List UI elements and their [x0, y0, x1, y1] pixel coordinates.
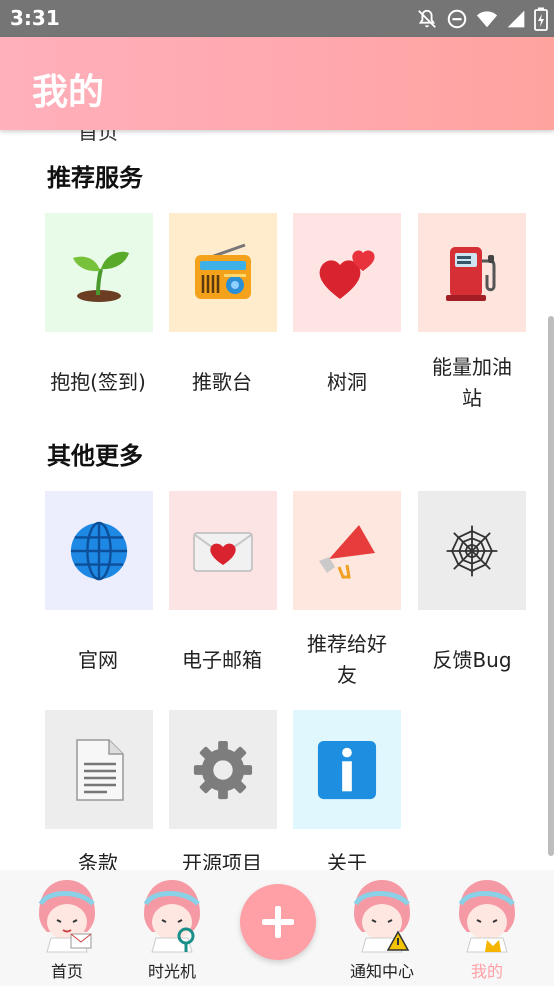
globe-icon: [70, 521, 128, 580]
tile-song-station[interactable]: [169, 213, 277, 332]
tile-label-open-source: 开源项目: [182, 851, 262, 870]
tile-email[interactable]: [169, 491, 277, 610]
tile-label-energy-station: 能量加油站: [432, 355, 512, 410]
tile-label-email: 电子邮箱: [182, 648, 262, 672]
spider-web-icon: [446, 525, 498, 576]
tile-label-checkin: 抱抱(签到): [50, 370, 146, 394]
info-icon: [317, 740, 377, 799]
app-bar: 我的: [0, 37, 554, 130]
signal-icon: [507, 10, 525, 28]
nav-item-mine[interactable]: 我的: [433, 870, 541, 986]
do-not-disturb-icon: [447, 9, 467, 29]
status-icons: [416, 7, 548, 31]
tile-about[interactable]: [293, 710, 401, 829]
wifi-icon: [476, 11, 498, 28]
nav-label-notifications: 通知中心: [349, 962, 414, 981]
nav-item-notifications[interactable]: 通知中心: [328, 870, 436, 986]
anime-avatar-warning-icon: [353, 880, 410, 953]
love-letter-icon: [193, 531, 253, 572]
scrolled-text: 首页: [78, 130, 118, 144]
gear-icon: [193, 740, 253, 799]
scrollbar[interactable]: [548, 316, 554, 856]
tile-tree-hole[interactable]: [293, 213, 401, 332]
fuel-pump-icon: [446, 246, 496, 301]
tile-label-share: 推荐给好友: [307, 632, 387, 687]
two-hearts-icon: [319, 249, 375, 299]
anime-avatar-search-icon: [143, 880, 200, 953]
notifications-off-icon: [418, 9, 436, 28]
tile-open-source[interactable]: [169, 710, 277, 829]
tile-label-song-station: 推歌台: [192, 370, 252, 394]
section-title-recommended: 推荐服务: [47, 164, 143, 192]
megaphone-icon: [319, 524, 375, 578]
tile-label-website: 官网: [78, 648, 118, 672]
tile-label-tree-hole: 树洞: [327, 370, 367, 394]
nav-label-time-machine: 时光机: [147, 962, 196, 981]
tile-label-about: 关于: [327, 851, 367, 870]
tile-terms[interactable]: [45, 710, 153, 829]
plus-icon: [262, 906, 294, 938]
tile-label-feedback-bug: 反馈Bug: [432, 648, 512, 672]
tile-feedback-bug[interactable]: [418, 491, 526, 610]
nav-item-home[interactable]: 首页: [13, 870, 121, 986]
tile-share[interactable]: [293, 491, 401, 610]
tile-label-terms: 条款: [78, 851, 118, 870]
tile-energy-station[interactable]: [418, 213, 526, 332]
document-icon: [76, 738, 124, 801]
page-title: 我的: [32, 72, 105, 113]
section-title-more: 其他更多: [47, 442, 143, 470]
radio-icon: [195, 243, 251, 299]
battery-charging-icon: [534, 7, 548, 31]
nav-item-time-machine[interactable]: 时光机: [118, 870, 226, 986]
anime-avatar-crown-icon: [458, 880, 515, 953]
tile-website[interactable]: [45, 491, 153, 610]
tile-checkin[interactable]: [45, 213, 153, 332]
seedling-icon: [73, 251, 129, 302]
status-bar: 3:31: [0, 0, 554, 37]
nav-label-mine: 我的: [470, 962, 503, 981]
anime-avatar-letter-icon: [38, 880, 95, 953]
nav-label-home: 首页: [50, 962, 83, 981]
add-button[interactable]: [240, 884, 316, 960]
status-time: 3:31: [10, 6, 60, 30]
content-scroll-area[interactable]: 首页 推荐服务 抱抱(签到) 推歌台 树洞 能量加油站 其他更多 官网 电子邮箱…: [0, 130, 554, 870]
